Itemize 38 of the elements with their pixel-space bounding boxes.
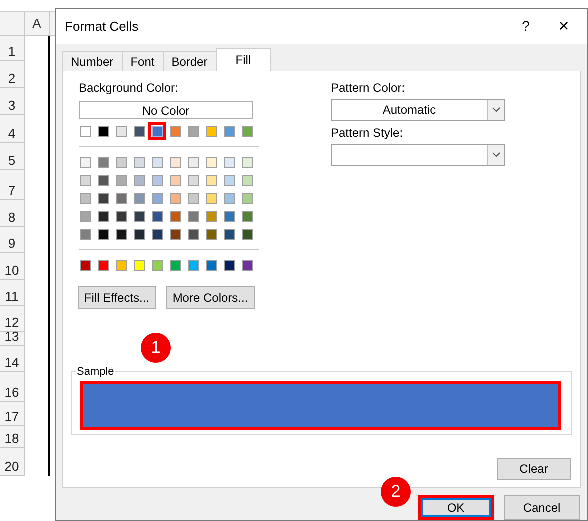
cancel-button[interactable]: Cancel [504,495,580,520]
field-label: Pattern Style: [331,125,404,142]
window-title: Format Cells [65,18,139,36]
row-header[interactable]: 20 [0,448,25,476]
help-button[interactable]: ? [511,16,541,37]
color-swatch[interactable] [148,122,166,140]
row-header[interactable]: 4 [0,115,25,143]
close-button[interactable]: × [541,13,587,40]
row-header[interactable]: 12 [0,306,25,332]
row-header[interactable]: 9 [0,227,25,253]
step-marker: 2 [381,477,411,507]
row-header[interactable]: 3 [0,88,25,115]
row-header[interactable]: 10 [0,253,25,280]
row-header[interactable]: 18 [0,426,25,448]
ok-button[interactable]: OK [418,495,494,520]
column-header[interactable]: A [25,12,50,35]
no-color-button[interactable]: No Color [79,101,253,119]
step-marker: 1 [141,333,171,363]
clear-button[interactable]: Clear [497,458,571,480]
more-colors-button[interactable]: More Colors... [166,286,255,309]
row-header[interactable]: 2 [0,61,25,88]
row-header[interactable]: 17 [0,402,25,426]
tab[interactable]: Number [62,51,123,71]
row-header[interactable]: 8 [0,200,25,227]
field-label: Background Color: [79,80,180,97]
row-header[interactable]: 1 [0,36,25,61]
row-header[interactable]: 14 [0,346,25,372]
field-label: Pattern Color: [331,80,406,97]
tab[interactable]: Fill [216,48,272,71]
pattern-color-dropdown[interactable]: Automatic [331,99,505,121]
row-header[interactable]: 11 [0,280,25,306]
fill-effects-button[interactable]: Fill Effects... [78,286,156,309]
row-header[interactable]: 5 [0,143,25,170]
row-header[interactable]: 7 [0,170,25,200]
row-header[interactable]: 13 [0,332,25,346]
row-header[interactable]: 16 [0,372,25,402]
group-label: Sample [76,364,116,380]
pattern-style-dropdown[interactable] [331,144,505,166]
